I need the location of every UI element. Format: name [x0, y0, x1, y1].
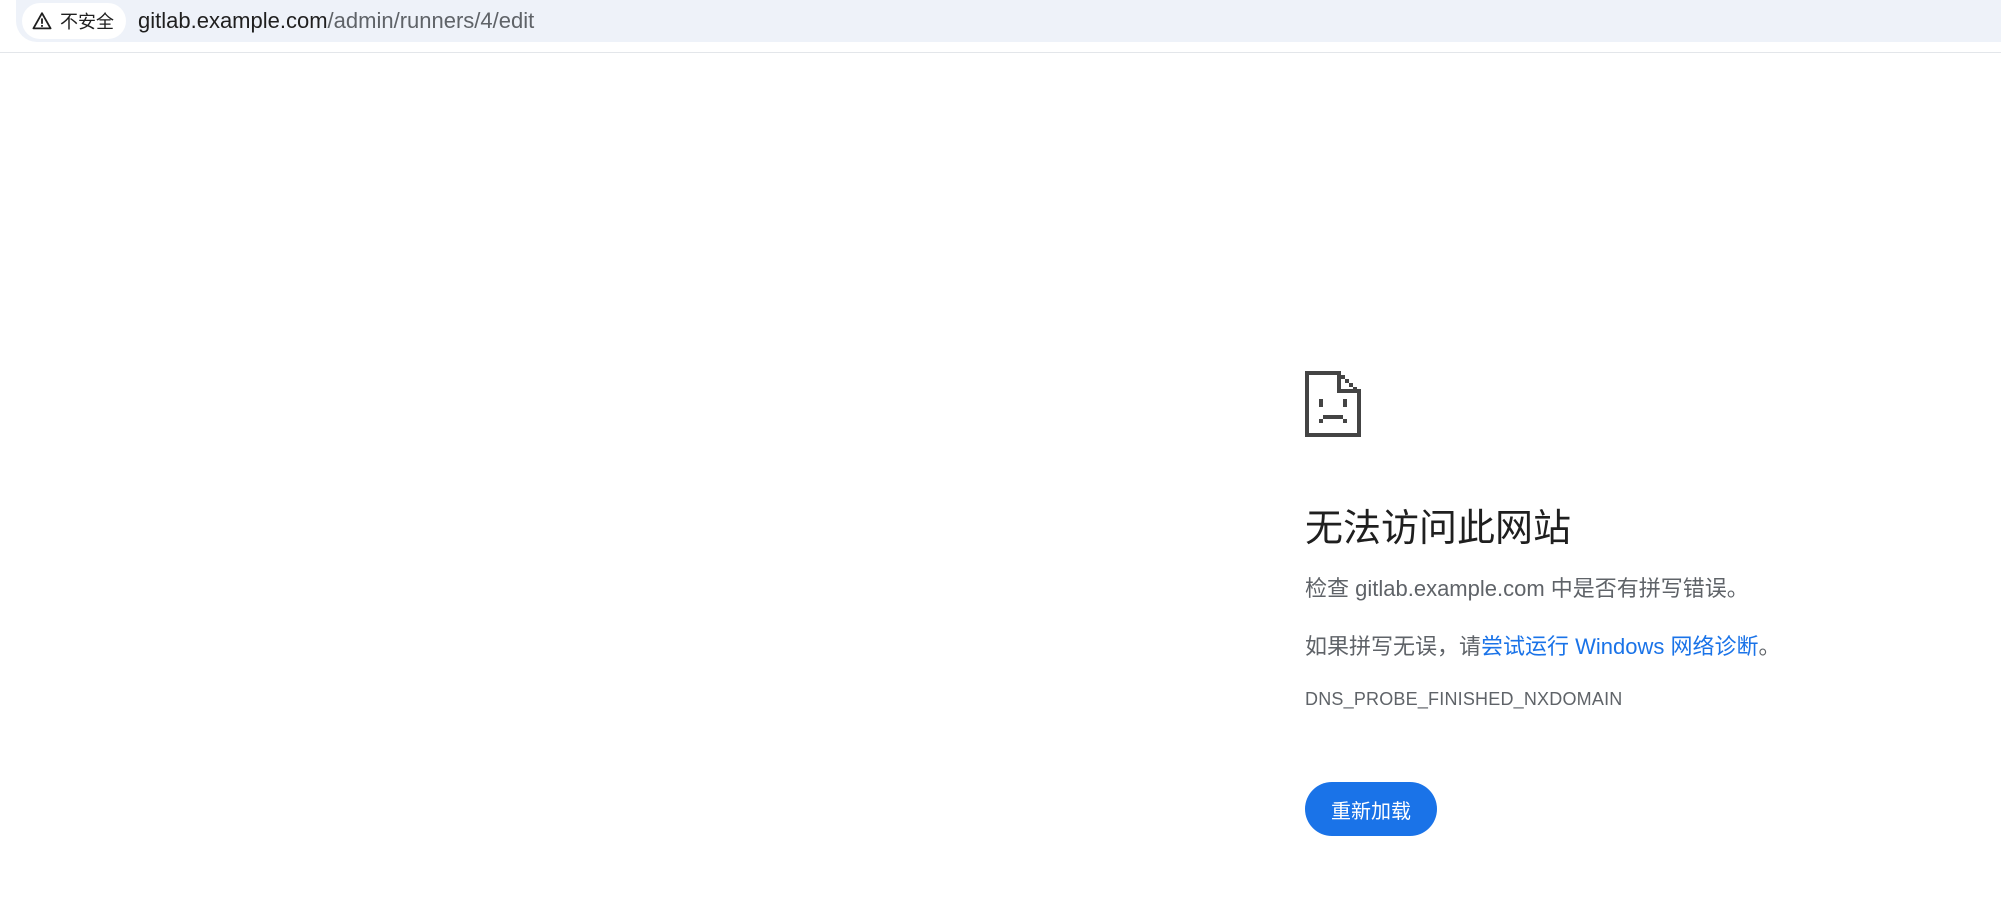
diagnostics-suggestion: 如果拼写无误，请尝试运行 Windows 网络诊断。	[1305, 631, 1985, 663]
error-code: DNS_PROBE_FINISHED_NXDOMAIN	[1305, 689, 1623, 709]
url-host: gitlab.example.com	[138, 8, 328, 33]
sad-page-icon	[1305, 371, 1985, 437]
suggest-suffix: 。	[1758, 634, 1781, 659]
error-page-content: 无法访问此网站 检查 gitlab.example.com 中是否有拼写错误。 …	[1305, 371, 1985, 836]
spelling-check-message: 检查 gitlab.example.com 中是否有拼写错误。	[1305, 573, 1985, 605]
check-prefix: 检查	[1305, 576, 1356, 601]
url-path: /admin/runners/4/edit	[327, 8, 535, 33]
check-suffix: 中是否有拼写错误。	[1544, 576, 1749, 601]
browser-address-bar: 不安全 gitlab.example.com/admin/runners/4/e…	[0, 0, 2001, 53]
error-heading: 无法访问此网站	[1305, 508, 1572, 550]
check-host: gitlab.example.com	[1355, 576, 1545, 601]
warning-triangle-icon	[32, 11, 52, 31]
suggest-prefix: 如果拼写无误，请	[1305, 634, 1482, 659]
security-chip-label: 不安全	[60, 12, 114, 32]
network-diagnostics-link[interactable]: 尝试运行 Windows 网络诊断	[1481, 634, 1758, 659]
url-text[interactable]: gitlab.example.com/admin/runners/4/edit	[138, 8, 534, 34]
reload-button[interactable]: 重新加载	[1305, 782, 1437, 836]
security-indicator-chip[interactable]: 不安全	[22, 3, 126, 39]
omnibox[interactable]: 不安全 gitlab.example.com/admin/runners/4/e…	[16, 0, 2001, 42]
